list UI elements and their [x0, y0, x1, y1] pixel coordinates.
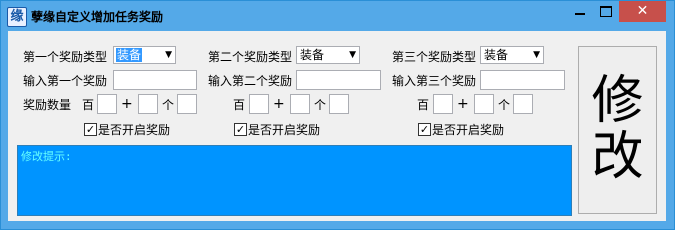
app-icon: 缘: [7, 7, 27, 27]
reward2-plus-label: +: [273, 96, 285, 112]
reward2-hundred-label: 百: [233, 98, 246, 112]
reward3-type-select[interactable]: 装备 ▼: [480, 46, 544, 64]
maximize-button[interactable]: [593, 1, 619, 22]
reward3-extra-input[interactable]: [513, 94, 533, 114]
reward2-extra-input[interactable]: [329, 94, 349, 114]
reward2-type-label: 第二个奖励类型: [208, 50, 293, 64]
reward2-hundred-input[interactable]: [249, 94, 269, 114]
reward3-enable-label: 是否开启奖励: [432, 123, 505, 137]
maximize-icon: [600, 6, 612, 17]
reward2-type-value: 装备: [300, 48, 325, 62]
reward2-input[interactable]: [296, 70, 381, 90]
modify-button-label-line1: 修: [591, 71, 644, 131]
modify-button[interactable]: 修 改: [578, 46, 657, 214]
reward3-input-label: 输入第三个奖励: [392, 74, 477, 88]
chevron-down-icon: ▼: [349, 50, 356, 60]
reward-count-label: 奖励数量: [23, 98, 72, 112]
reward1-type-value: 装备: [116, 48, 143, 62]
reward3-plus-label: +: [457, 96, 469, 112]
reward1-enable-label: 是否开启奖励: [98, 123, 171, 137]
reward3-unit-input[interactable]: [474, 94, 494, 114]
reward1-unit-input[interactable]: [138, 94, 158, 114]
reward3-enable-checkbox[interactable]: ✓: [418, 123, 431, 136]
close-icon: ✕: [636, 3, 649, 19]
reward3-hundred-input[interactable]: [433, 94, 453, 114]
window-title: 孽缘自定义增加任务奖励: [31, 10, 164, 24]
reward2-type-select[interactable]: 装备 ▼: [296, 46, 360, 64]
reward1-type-label: 第一个奖励类型: [23, 50, 108, 64]
reward1-input-label: 输入第一个奖励: [23, 74, 108, 88]
reward3-type-label: 第三个奖励类型: [392, 50, 477, 64]
reward2-unit-label: 个: [314, 98, 327, 112]
close-button[interactable]: ✕: [619, 1, 666, 22]
reward1-type-select[interactable]: 装备 ▼: [113, 46, 176, 64]
title-bar[interactable]: 缘 孽缘自定义增加任务奖励 ✕: [1, 1, 674, 31]
reward2-unit-input[interactable]: [290, 94, 310, 114]
modify-hint-text: 修改提示:: [21, 150, 72, 163]
reward2-enable-label: 是否开启奖励: [248, 123, 321, 137]
reward2-enable-checkbox[interactable]: ✓: [234, 123, 247, 136]
chevron-down-icon: ▼: [533, 50, 540, 60]
client-area: 第一个奖励类型 装备 ▼ 输入第一个奖励 奖励数量 百 + 个 ✓ 是否开启奖励…: [8, 31, 666, 221]
reward1-unit-label: 个: [162, 98, 175, 112]
main-window: 缘 孽缘自定义增加任务奖励 ✕ 第一个奖励类型 装备 ▼ 输入第一个奖励 奖励数…: [0, 0, 675, 230]
reward3-input[interactable]: [480, 70, 565, 90]
reward1-hundred-input[interactable]: [97, 94, 117, 114]
chevron-down-icon: ▼: [165, 50, 172, 60]
reward3-type-value: 装备: [484, 48, 509, 62]
minimize-button[interactable]: [567, 1, 593, 22]
reward3-hundred-label: 百: [417, 98, 430, 112]
minimize-icon: [575, 13, 585, 15]
reward1-enable-checkbox[interactable]: ✓: [84, 123, 97, 136]
reward1-hundred-label: 百: [82, 98, 95, 112]
reward3-unit-label: 个: [498, 98, 511, 112]
modify-hint-textbox[interactable]: 修改提示:: [17, 145, 572, 216]
reward1-input[interactable]: [113, 70, 197, 90]
modify-button-label-line2: 改: [591, 127, 644, 187]
reward1-plus-label: +: [121, 96, 133, 112]
reward1-extra-input[interactable]: [177, 94, 197, 114]
reward2-input-label: 输入第二个奖励: [208, 74, 293, 88]
